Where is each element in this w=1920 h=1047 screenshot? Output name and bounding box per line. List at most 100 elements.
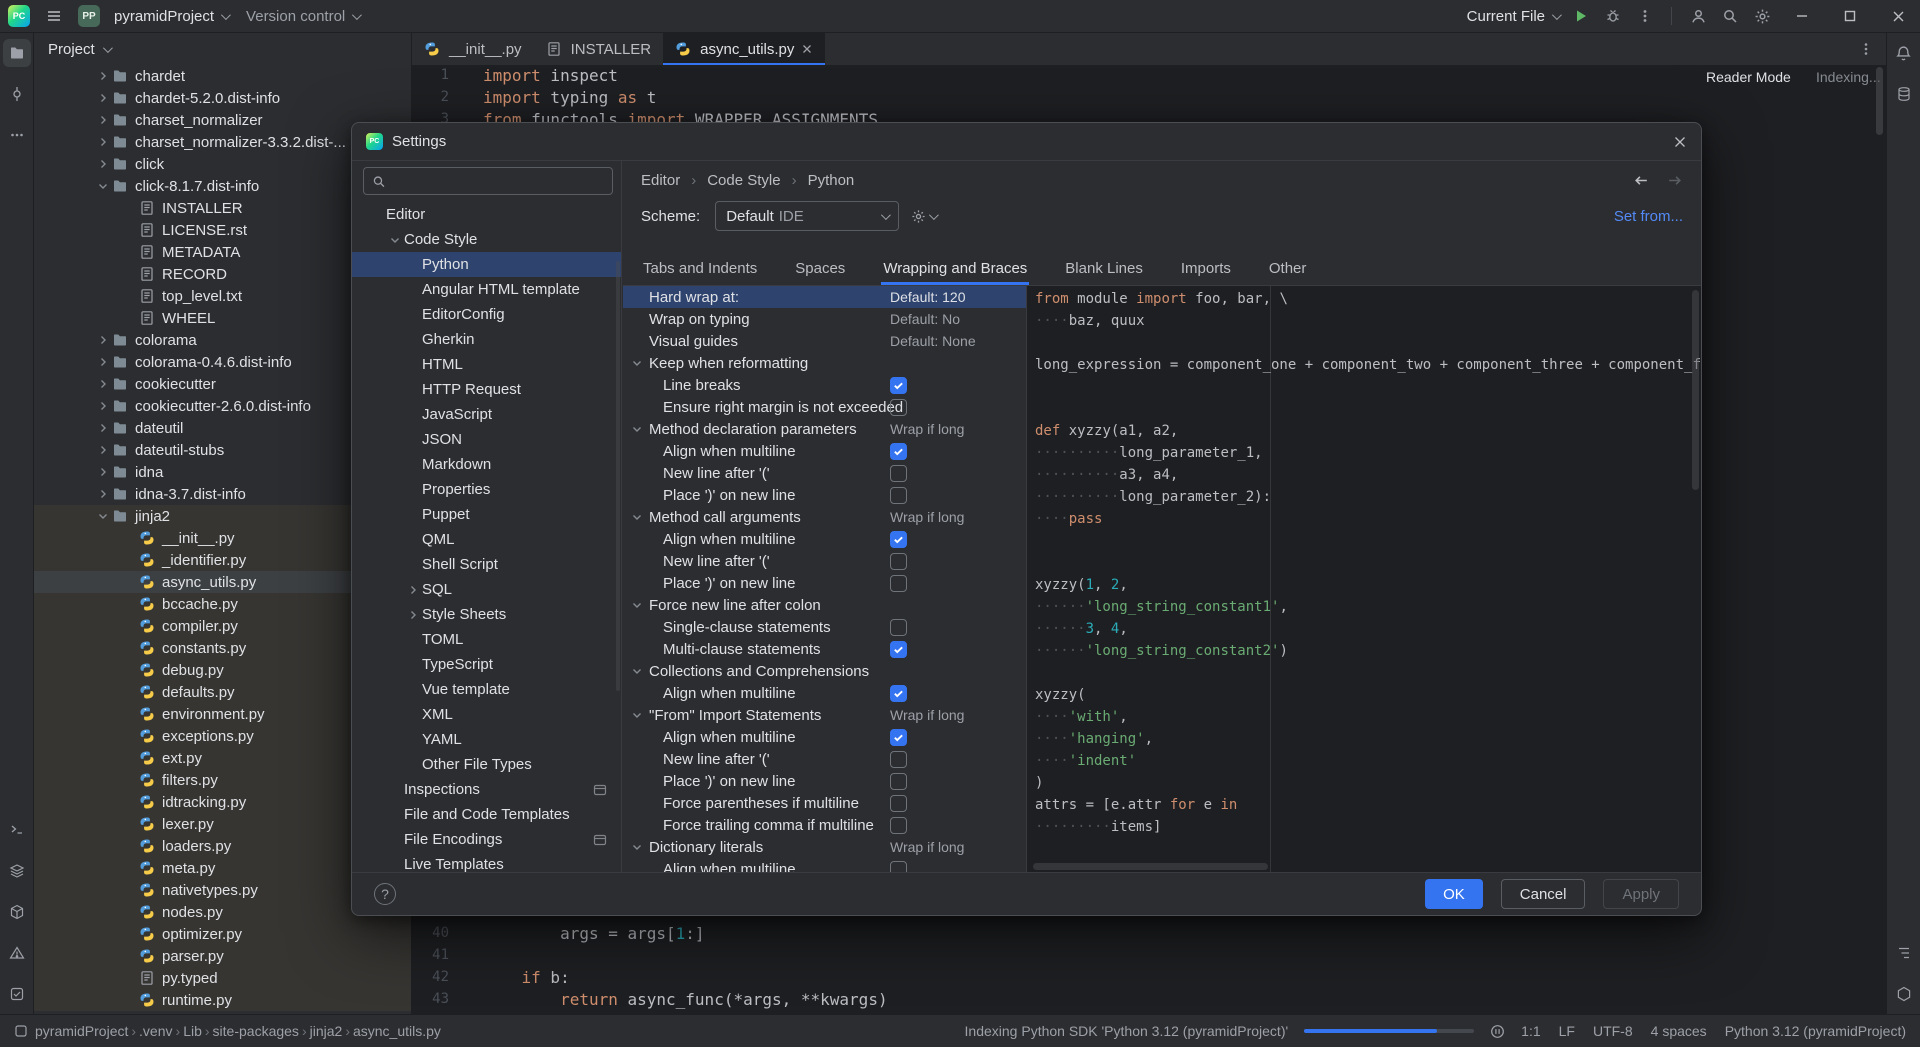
apply-button[interactable]: Apply xyxy=(1603,879,1679,909)
close-button[interactable] xyxy=(1876,0,1920,33)
checkbox[interactable] xyxy=(890,618,907,636)
settings-row[interactable]: New line after '(' xyxy=(623,748,1026,770)
tree-item[interactable]: optimizer.py xyxy=(34,923,411,945)
settings-tab[interactable]: Blank Lines xyxy=(1063,252,1145,285)
setting-value[interactable]: Default: None xyxy=(890,333,976,349)
settings-gear-icon[interactable] xyxy=(1748,2,1776,30)
settings-tab[interactable]: Other xyxy=(1267,252,1309,285)
notifications-tool-icon[interactable] xyxy=(1890,39,1918,67)
preview-hscrollbar[interactable] xyxy=(1033,863,1268,870)
chevron-right-icon[interactable] xyxy=(94,378,112,390)
settings-row[interactable]: Line breaks xyxy=(623,374,1026,396)
forward-arrow-icon[interactable] xyxy=(1666,172,1683,189)
settings-nav-item[interactable]: YAML xyxy=(352,727,621,752)
settings-row[interactable]: Multi-clause statements xyxy=(623,638,1026,660)
settings-nav-item[interactable]: JSON xyxy=(352,427,621,452)
set-from-link[interactable]: Set from... xyxy=(1614,208,1683,225)
statusbar-crumb[interactable]: async_utils.py xyxy=(353,1023,441,1039)
help-icon[interactable]: ? xyxy=(374,883,396,905)
search-everywhere-icon[interactable] xyxy=(1716,2,1744,30)
commit-tool-icon[interactable] xyxy=(3,80,31,108)
account-icon[interactable] xyxy=(1684,2,1712,30)
todo-tool-icon[interactable] xyxy=(3,980,31,1008)
chevron-down-icon[interactable] xyxy=(629,511,645,523)
tree-item[interactable]: py.typed xyxy=(34,967,411,989)
checkbox[interactable] xyxy=(890,816,907,834)
settings-rows[interactable]: Hard wrap at: Default: 120 Wrap on typing D… xyxy=(623,286,1026,872)
statusbar-widget[interactable]: Python 3.12 (pyramidProject) xyxy=(1725,1023,1906,1039)
chevron-right-icon[interactable] xyxy=(94,466,112,478)
ai-assistant-tool-icon[interactable] xyxy=(1890,980,1918,1008)
settings-tab[interactable]: Wrapping and Braces xyxy=(881,252,1029,285)
checkbox[interactable] xyxy=(890,860,907,872)
tree-item[interactable]: runtime.py xyxy=(34,989,411,1011)
close-tab-icon[interactable] xyxy=(801,43,813,55)
group-value[interactable]: Wrap if long xyxy=(890,839,964,855)
chevron-right-icon[interactable] xyxy=(94,114,112,126)
settings-group[interactable]: Force new line after colon xyxy=(623,594,1026,616)
chevron-down-icon[interactable] xyxy=(94,510,112,522)
statusbar-crumb[interactable]: jinja2 xyxy=(310,1023,343,1039)
settings-nav-item[interactable]: HTML xyxy=(352,352,621,377)
run-button[interactable] xyxy=(1567,2,1595,30)
statusbar-widget[interactable]: 4 spaces xyxy=(1651,1023,1707,1039)
chevron-down-icon[interactable] xyxy=(94,180,112,192)
settings-nav-item[interactable]: Vue template xyxy=(352,677,621,702)
settings-nav-item[interactable]: File Encodings xyxy=(352,827,621,852)
debug-button[interactable] xyxy=(1599,2,1627,30)
checkbox[interactable] xyxy=(890,486,907,504)
settings-row[interactable]: Force trailing comma if multiline xyxy=(623,814,1026,836)
checkbox[interactable] xyxy=(890,750,907,768)
chevron-right-icon[interactable] xyxy=(94,444,112,456)
reader-mode-button[interactable]: Reader Mode xyxy=(1706,69,1791,85)
editor-tab[interactable]: __init__.py xyxy=(412,33,534,65)
settings-nav-item[interactable]: Puppet xyxy=(352,502,621,527)
checkbox[interactable] xyxy=(890,574,907,592)
settings-row[interactable]: Align when multiline xyxy=(623,440,1026,462)
scheme-actions-icon[interactable] xyxy=(911,209,940,224)
settings-group[interactable]: Keep when reformatting xyxy=(623,352,1026,374)
settings-nav-item[interactable]: Markdown xyxy=(352,452,621,477)
more-tool-windows-icon[interactable] xyxy=(3,121,31,149)
chevron-right-icon[interactable] xyxy=(94,92,112,104)
minimize-button[interactable] xyxy=(1780,0,1824,33)
settings-search[interactable] xyxy=(363,167,613,195)
settings-row[interactable]: Force parentheses if multiline xyxy=(623,792,1026,814)
settings-nav-item[interactable]: QML xyxy=(352,527,621,552)
cancel-button[interactable]: Cancel xyxy=(1500,879,1586,909)
settings-group[interactable]: Dictionary literals Wrap if long xyxy=(623,836,1026,858)
settings-nav-item[interactable]: SQL xyxy=(352,577,621,602)
editor-tab[interactable]: INSTALLER xyxy=(534,33,664,65)
editor-tab[interactable]: async_utils.py xyxy=(663,33,826,65)
chevron-down-icon[interactable] xyxy=(629,357,645,369)
chevron-down-icon[interactable] xyxy=(629,665,645,677)
chevron-down-icon[interactable] xyxy=(629,709,645,721)
settings-nav-item[interactable]: JavaScript xyxy=(352,402,621,427)
tree-item[interactable]: parser.py xyxy=(34,945,411,967)
project-panel-header[interactable]: Project xyxy=(34,33,411,65)
chevron-down-icon[interactable] xyxy=(629,599,645,611)
settings-row[interactable]: Place ')' on new line xyxy=(623,484,1026,506)
back-arrow-icon[interactable] xyxy=(1633,172,1650,189)
settings-group[interactable]: "From" Import Statements Wrap if long xyxy=(623,704,1026,726)
settings-nav-item[interactable]: Other File Types xyxy=(352,752,621,777)
settings-tab[interactable]: Spaces xyxy=(793,252,847,285)
settings-search-input[interactable] xyxy=(392,172,604,190)
settings-nav-item[interactable]: Inspections xyxy=(352,777,621,802)
checkbox[interactable] xyxy=(890,728,907,746)
settings-group[interactable]: Method call arguments Wrap if long xyxy=(623,506,1026,528)
settings-nav[interactable]: Editor Code Style Python Angular HTML templ… xyxy=(352,202,621,872)
settings-nav-item[interactable]: EditorConfig xyxy=(352,302,621,327)
checkbox[interactable] xyxy=(890,794,907,812)
settings-tab[interactable]: Imports xyxy=(1179,252,1233,285)
settings-row[interactable]: Place ')' on new line xyxy=(623,770,1026,792)
nav-scrollbar[interactable] xyxy=(616,261,620,691)
statusbar-widget[interactable]: LF xyxy=(1559,1023,1575,1039)
problems-tool-icon[interactable] xyxy=(3,939,31,967)
checkbox[interactable] xyxy=(890,442,907,460)
settings-row[interactable]: New line after '(' xyxy=(623,550,1026,572)
settings-nav-item[interactable]: Live Templates xyxy=(352,852,621,872)
ok-button[interactable]: OK xyxy=(1425,879,1483,909)
hamburger-menu-icon[interactable] xyxy=(40,2,68,30)
maximize-button[interactable] xyxy=(1828,0,1872,33)
